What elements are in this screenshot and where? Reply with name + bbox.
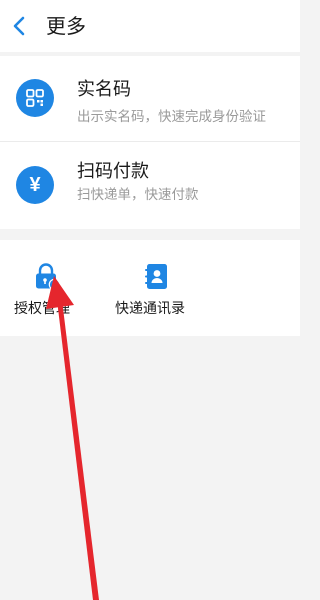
contacts-book-icon [145,264,167,289]
list-item-real-name-code[interactable]: 实名码 出示实名码，快速完成身份验证 [0,56,300,140]
yen-icon: ¥ [16,166,54,204]
qr-code-icon [16,79,54,117]
chevron-left-icon[interactable] [8,13,30,39]
item-description: 扫快递单，快速付款 [77,187,199,203]
item-description: 出示实名码，快速完成身份验证 [77,109,266,125]
grid-label: 快递通讯录 [115,301,185,317]
grid-label: 授权管理 [14,301,70,317]
page-title: 更多 [46,14,86,38]
item-title: 扫码付款 [77,161,149,182]
top-bar: 更多 [0,0,300,52]
grid-item-authorization-management[interactable]: 授权管理 [0,240,100,336]
shortcut-grid: 授权管理 快递通讯录 [0,240,300,336]
lock-gear-icon [36,263,61,291]
grid-item-express-contacts[interactable]: 快递通讯录 [104,240,204,336]
feature-list: 实名码 出示实名码，快速完成身份验证 ¥ 扫码付款 扫快递单，快速付款 [0,56,300,229]
yen-glyph: ¥ [29,174,41,196]
item-title: 实名码 [77,79,131,100]
list-item-scan-pay[interactable]: ¥ 扫码付款 扫快递单，快速付款 [0,142,300,226]
